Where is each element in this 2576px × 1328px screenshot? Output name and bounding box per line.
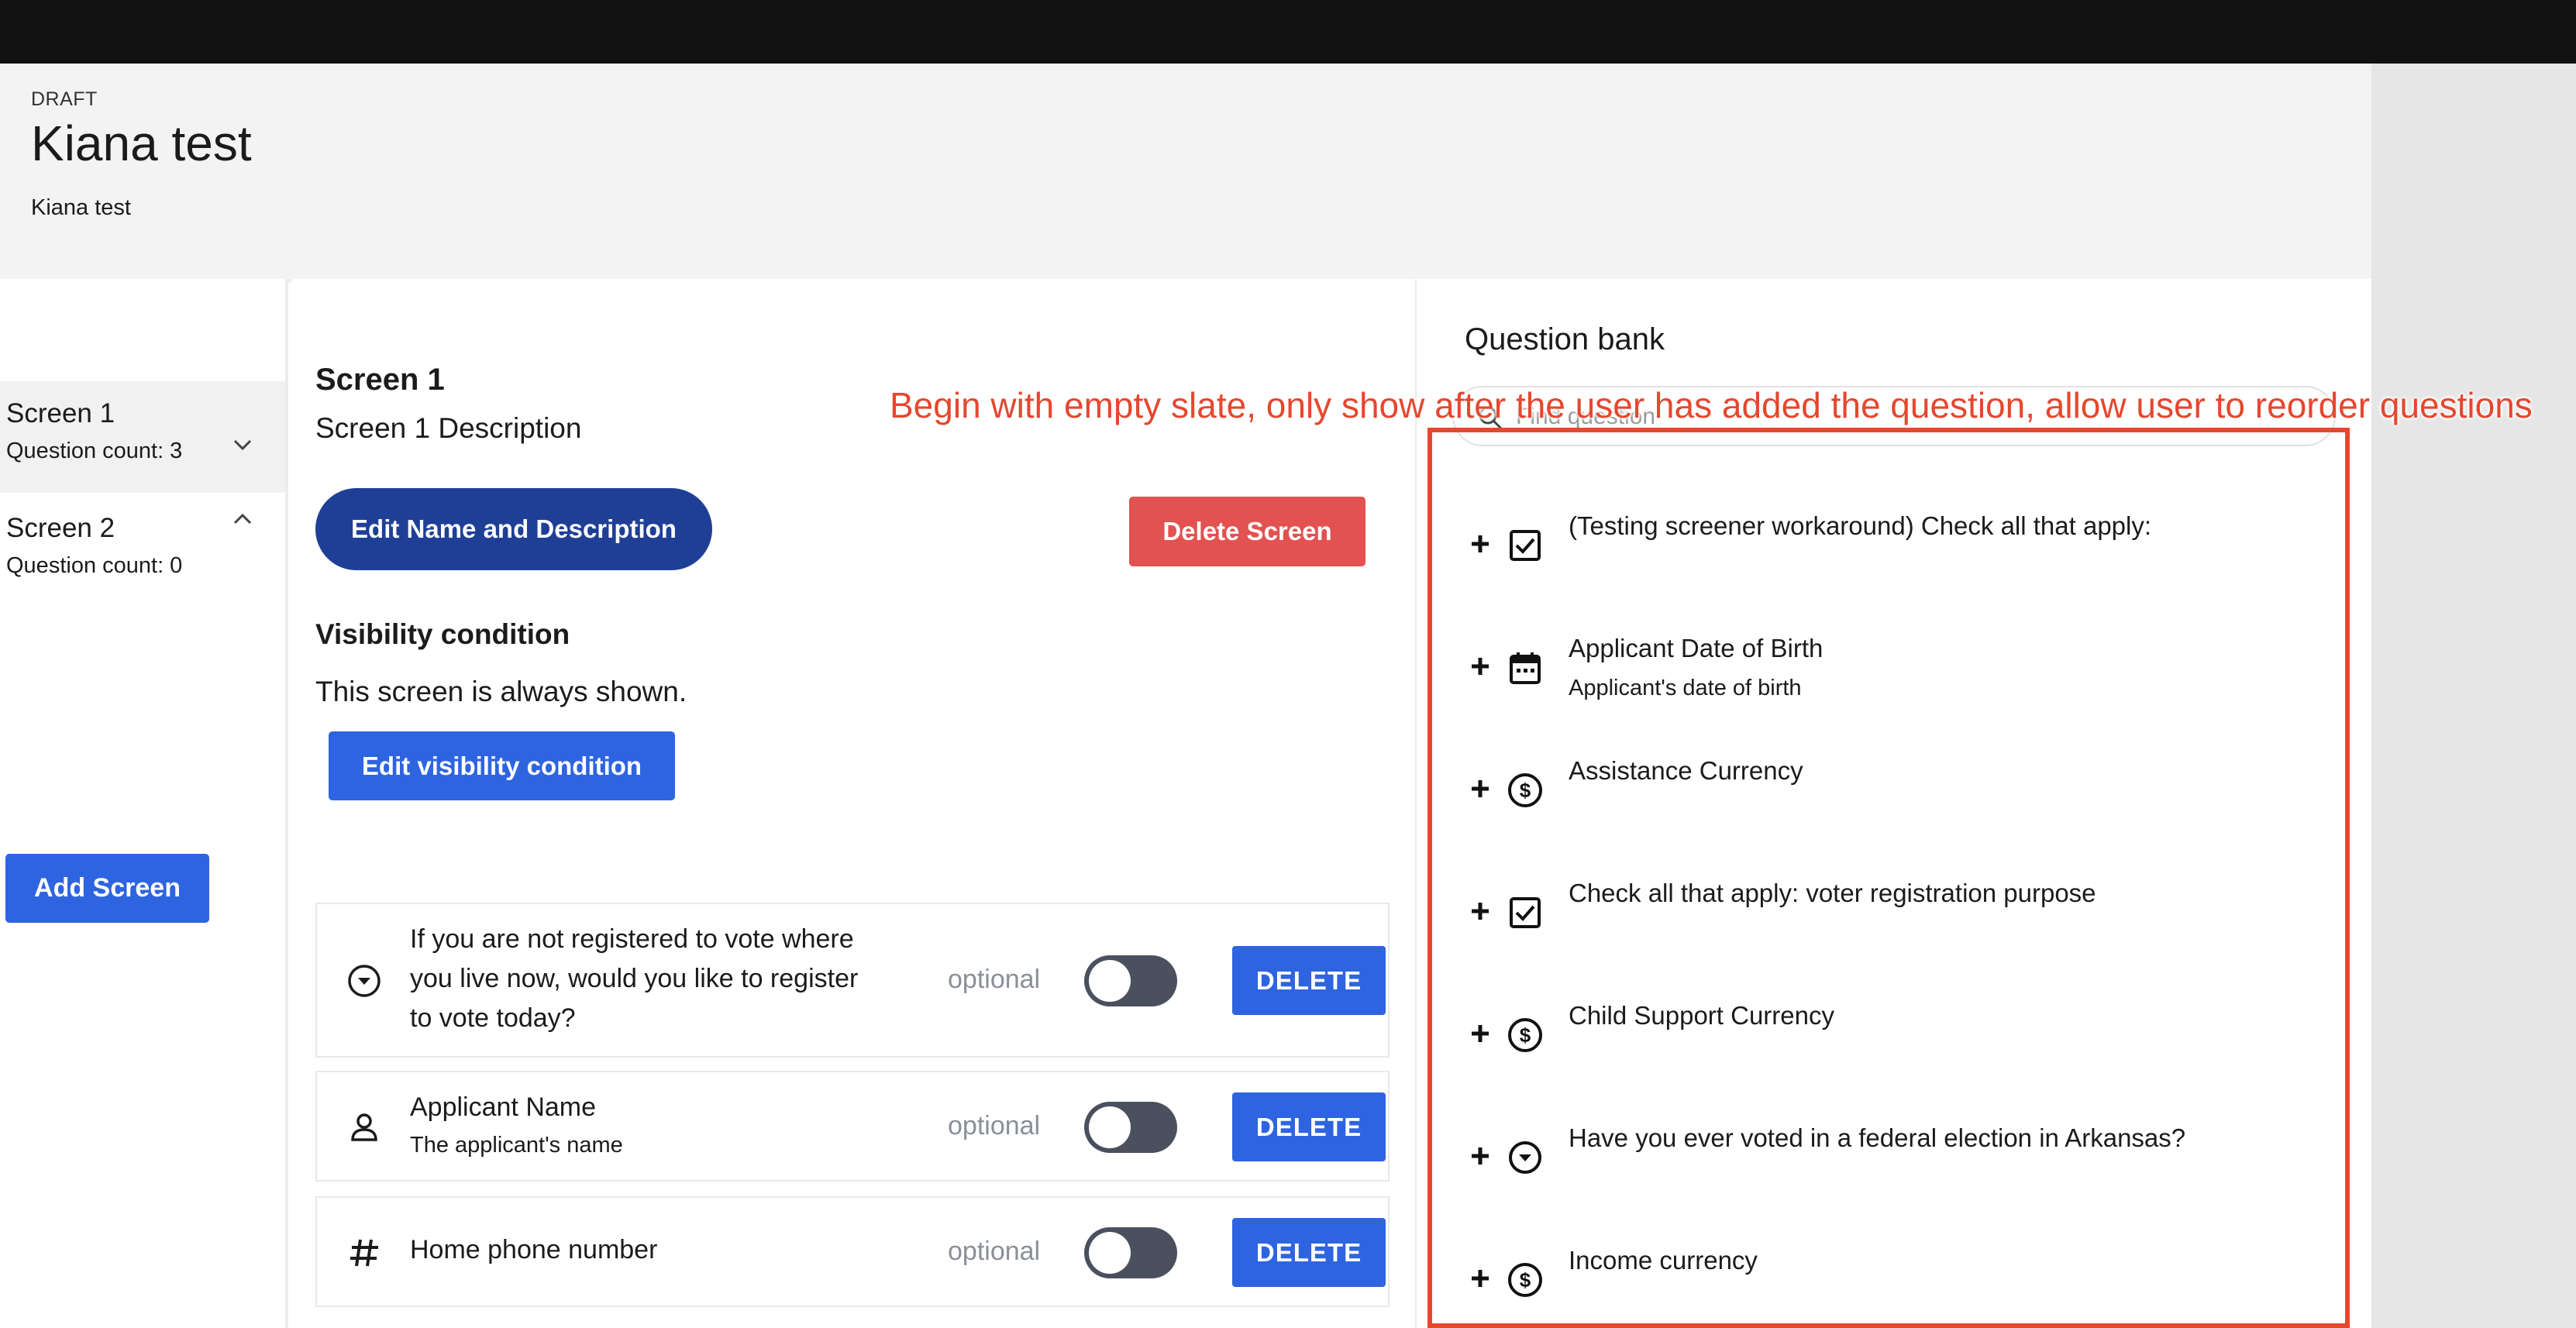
- annotation-text: Begin with empty slate, only show after …: [890, 385, 2533, 425]
- screen-name: Screen 1: [6, 398, 115, 428]
- screen-description: Screen 1 Description: [315, 412, 582, 444]
- question-count: Question count: 0: [6, 553, 183, 578]
- visibility-title: Visibility condition: [315, 618, 570, 650]
- question-card: Home phone number optional DELETE: [315, 1196, 1390, 1307]
- page-title: Kiana test: [31, 115, 252, 171]
- main-window: DRAFT Kiana test Kiana test Screen 1 Que…: [0, 64, 2371, 1328]
- question-bank-title: Question bank: [1465, 322, 1665, 356]
- optional-toggle[interactable]: [1084, 955, 1177, 1006]
- top-bar: [0, 0, 2576, 64]
- hash-icon: [345, 1233, 384, 1272]
- optional-toggle[interactable]: [1084, 1227, 1177, 1278]
- chevron-up-icon[interactable]: [232, 513, 253, 525]
- question-title-line: to vote today?: [410, 1003, 576, 1033]
- optional-label: optional: [948, 1237, 1041, 1266]
- visibility-text: This screen is always shown.: [315, 676, 687, 707]
- toggle-knob: [1089, 1106, 1131, 1148]
- question-title: Home phone number: [410, 1235, 658, 1264]
- question-title: Applicant Name: [410, 1092, 597, 1122]
- annotation-highlight-box: [1427, 428, 2350, 1328]
- sidebar-item-screen-1[interactable]: Screen 1 Question count: 3: [0, 381, 285, 493]
- delete-question-button[interactable]: DELETE: [1232, 946, 1386, 1015]
- delete-question-button[interactable]: DELETE: [1232, 1218, 1386, 1287]
- toggle-knob: [1089, 1232, 1131, 1274]
- question-card: Applicant Name The applicant's name opti…: [315, 1071, 1390, 1182]
- edit-name-description-button[interactable]: Edit Name and Description: [315, 488, 712, 570]
- chevron-down-icon[interactable]: [232, 439, 253, 451]
- page-description: Kiana test: [31, 195, 131, 220]
- person-icon: [345, 1108, 384, 1147]
- edit-visibility-button[interactable]: Edit visibility condition: [329, 731, 675, 800]
- dropdown-circle-icon: [345, 962, 384, 1000]
- delete-screen-button[interactable]: Delete Screen: [1129, 497, 1365, 566]
- optional-label: optional: [948, 1111, 1041, 1140]
- question-subtitle: The applicant's name: [410, 1133, 623, 1158]
- optional-toggle[interactable]: [1084, 1102, 1177, 1153]
- delete-question-button[interactable]: DELETE: [1232, 1092, 1386, 1161]
- page-header: DRAFT Kiana test Kiana test: [0, 64, 2371, 279]
- question-title: If you are not registered to vote where …: [410, 920, 858, 1038]
- screen-title: Screen 1: [315, 363, 445, 397]
- sidebar-item-screen-2[interactable]: Screen 2 Question count: 0: [0, 496, 285, 589]
- screen-editor: Screen 1 Screen 1 Description Edit Name …: [291, 279, 1415, 1328]
- status-label: DRAFT: [31, 88, 98, 110]
- question-title-line: you live now, would you like to register: [410, 964, 859, 993]
- optional-label: optional: [948, 965, 1041, 994]
- screens-sidebar: Screen 1 Question count: 3 Screen 2 Ques…: [0, 279, 288, 1328]
- toggle-knob: [1089, 960, 1131, 1002]
- question-bank-panel: Question bank (Testing screener workarou…: [1415, 279, 2371, 1328]
- add-screen-button[interactable]: Add Screen: [5, 854, 209, 923]
- question-title-line: If you are not registered to vote where: [410, 924, 854, 954]
- window-margin: [2371, 64, 2576, 1328]
- question-card: If you are not registered to vote where …: [315, 903, 1390, 1058]
